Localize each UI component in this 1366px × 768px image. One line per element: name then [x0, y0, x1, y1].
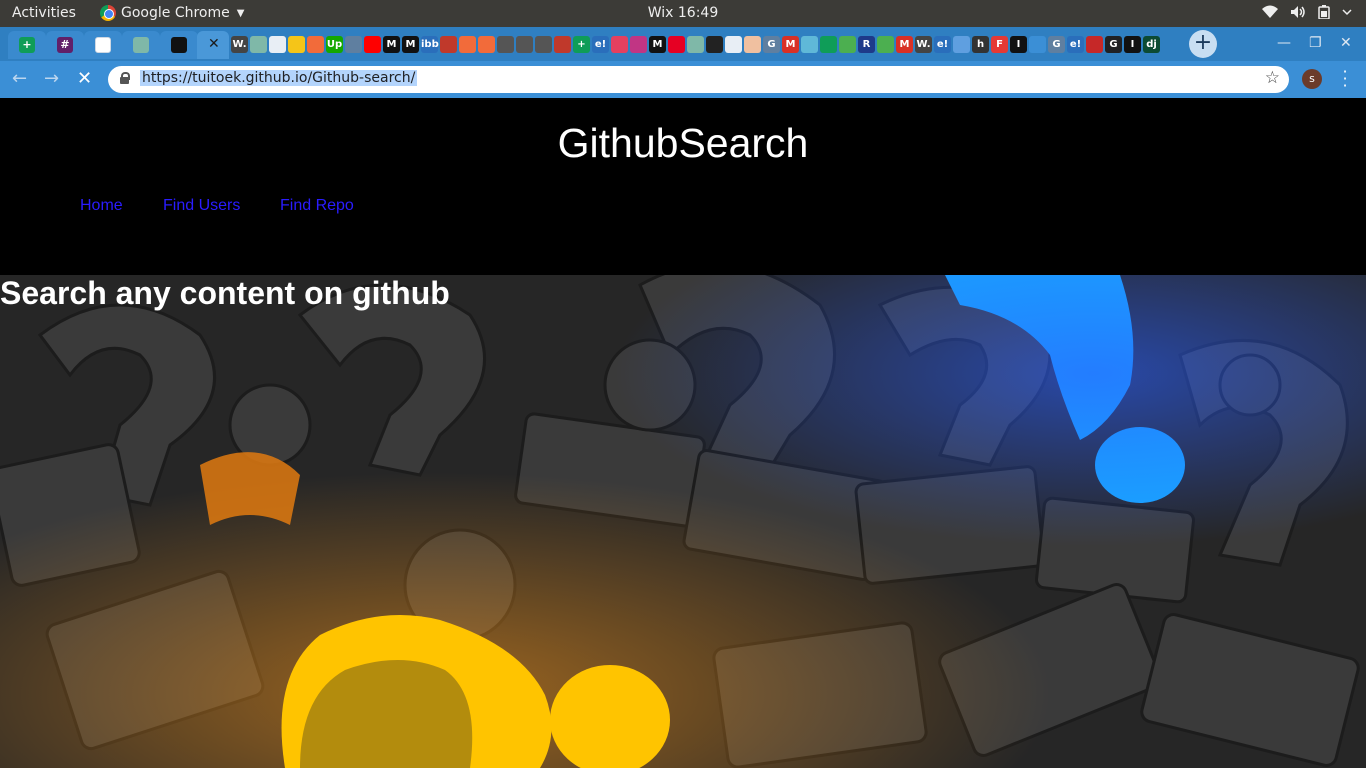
tree-icon — [133, 37, 149, 53]
restore-icon[interactable]: ❐ — [1309, 35, 1322, 51]
nav-home-link[interactable]: Home — [80, 197, 123, 215]
system-tray[interactable] — [1262, 5, 1352, 19]
mini-tab-favicon-icon[interactable]: W. — [915, 36, 932, 53]
mini-tab-favicon-icon[interactable] — [516, 36, 533, 53]
mini-tab-favicon-icon[interactable] — [687, 36, 704, 53]
pinned-tab[interactable] — [160, 31, 198, 59]
mini-tab-favicon-icon[interactable] — [839, 36, 856, 53]
tab-strip: + # ✕ W. Up M Mibb + e! M G M R M W. e! h F I Ge! G Idj + —… — [0, 27, 1366, 61]
mini-tab-favicon-icon[interactable] — [497, 36, 514, 53]
mini-tab-favicon-icon[interactable] — [364, 36, 381, 53]
mini-tab-favicon-icon[interactable] — [554, 36, 571, 53]
site-title: GithubSearch — [557, 120, 809, 166]
mini-tab-favicon-icon[interactable] — [535, 36, 552, 53]
profile-avatar[interactable]: s — [1302, 69, 1322, 89]
mini-tab-favicon-icon[interactable] — [801, 36, 818, 53]
mini-tab-favicon-icon[interactable] — [307, 36, 324, 53]
google-sheets-icon: + — [19, 37, 35, 53]
close-tab-icon[interactable]: ✕ — [208, 36, 220, 52]
mini-tab-favicon-icon[interactable] — [269, 36, 286, 53]
mini-tab-favicon-icon[interactable] — [630, 36, 647, 53]
mini-tab-favicon-icon[interactable]: e! — [1067, 36, 1084, 53]
bookmark-star-icon[interactable]: ☆ — [1265, 68, 1280, 88]
mini-tab-favicon-icon[interactable]: e! — [934, 36, 951, 53]
hero-heading: Search any content on github — [0, 275, 450, 311]
chrome-icon — [100, 5, 116, 21]
system-top-bar: Activities Google Chrome ▼ Wix 16:49 — [0, 0, 1366, 27]
mini-tab-favicon-icon[interactable] — [877, 36, 894, 53]
stop-loading-icon[interactable]: ✕ — [77, 68, 92, 89]
github-icon — [171, 37, 187, 53]
app-name: Google Chrome — [121, 5, 230, 21]
url-text[interactable]: https://tuitoek.github.io/Github-search/ — [140, 70, 418, 86]
mini-tab-favicon-icon[interactable]: M — [383, 36, 400, 53]
mini-tab-favicon-icon[interactable]: M — [782, 36, 799, 53]
mini-tab-favicon-icon[interactable] — [744, 36, 761, 53]
mini-tab-favicon-icon[interactable]: M — [402, 36, 419, 53]
mini-tab-favicon-icon[interactable]: W. — [231, 36, 248, 53]
mini-tab-favicon-icon[interactable]: M — [649, 36, 666, 53]
mini-tab-favicon-icon[interactable]: R — [858, 36, 875, 53]
mini-tab-favicon-icon[interactable]: G — [1048, 36, 1065, 53]
activities-button[interactable]: Activities — [12, 5, 76, 21]
chevron-down-icon — [1342, 9, 1352, 16]
mini-tab-favicon-icon[interactable]: h — [972, 36, 989, 53]
slack-icon: # — [57, 37, 73, 53]
mini-tab-favicon-icon[interactable] — [611, 36, 628, 53]
forward-arrow-icon[interactable]: → — [44, 68, 59, 89]
pinned-tab[interactable]: # — [46, 31, 84, 59]
mini-tab-favicon-icon[interactable] — [820, 36, 837, 53]
mini-tab-favicon-icon[interactable] — [459, 36, 476, 53]
pinned-tab[interactable]: + — [8, 31, 46, 59]
document-icon — [95, 37, 111, 53]
mini-tab-favicon-icon[interactable] — [706, 36, 723, 53]
mini-tab-favicon-icon[interactable]: I — [1010, 36, 1027, 53]
more-menu-icon[interactable]: · · · — [1341, 64, 1349, 94]
volume-icon — [1291, 6, 1305, 18]
mini-tab-favicon-icon[interactable]: I — [1124, 36, 1141, 53]
address-bar[interactable]: https://tuitoek.github.io/Github-search/… — [108, 66, 1289, 93]
minimize-icon[interactable]: — — [1277, 35, 1291, 51]
app-menu[interactable]: Google Chrome ▼ — [100, 5, 244, 21]
mini-tab-favicon-icon[interactable]: e! — [592, 36, 609, 53]
mini-tab-favicon-icon[interactable]: ibb — [421, 36, 439, 53]
mini-tab-favicon-icon[interactable]: Up — [326, 36, 343, 53]
pinned-tab[interactable] — [84, 31, 122, 59]
mini-tab-favicon-icon[interactable] — [478, 36, 495, 53]
browser-toolbar: ← → ✕ https://tuitoek.github.io/Github-s… — [0, 61, 1366, 98]
question-marks-background-image — [0, 275, 1366, 768]
mini-tab-favicon-icon[interactable] — [250, 36, 267, 53]
mini-tab-favicon-icon[interactable]: G — [763, 36, 780, 53]
nav-find-users-link[interactable]: Find Users — [163, 197, 240, 215]
mini-tab-favicon-icon[interactable] — [440, 36, 457, 53]
battery-icon — [1318, 5, 1330, 19]
mini-tab-favicon-icon[interactable] — [668, 36, 685, 53]
lock-icon[interactable] — [120, 72, 130, 84]
mini-tab-favicon-icon[interactable] — [725, 36, 742, 53]
tab-active[interactable]: ✕ — [197, 31, 229, 59]
mini-tab-favicon-icon[interactable]: G — [1105, 36, 1122, 53]
mini-tab-favicon-icon[interactable] — [1086, 36, 1103, 53]
mini-tab-favicon-icon[interactable] — [288, 36, 305, 53]
wifi-icon — [1262, 5, 1278, 18]
mini-tab-favicon-icon[interactable]: dj — [1143, 36, 1160, 53]
mini-tab-favicon-icon[interactable]: M — [896, 36, 913, 53]
nav-find-repo-link[interactable]: Find Repo — [280, 197, 354, 215]
mini-tab-favicon-icon[interactable] — [953, 36, 970, 53]
mini-tab-favicon-icon[interactable]: + — [573, 36, 590, 53]
close-window-icon[interactable]: ✕ — [1340, 35, 1352, 51]
site-header: GithubSearch Home Find Users Find Repo — [0, 98, 1366, 275]
back-arrow-icon[interactable]: ← — [12, 68, 27, 89]
mini-tab-favicon-icon[interactable] — [1029, 36, 1046, 53]
mini-tab-favicon-icon[interactable] — [345, 36, 362, 53]
pinned-tab[interactable] — [122, 31, 160, 59]
mini-tab-favicon-icon[interactable]: F — [991, 36, 1008, 53]
caret-down-icon: ▼ — [236, 7, 245, 19]
new-tab-button[interactable]: + — [1189, 30, 1217, 58]
hero-section: Search any content on github — [0, 275, 1366, 768]
